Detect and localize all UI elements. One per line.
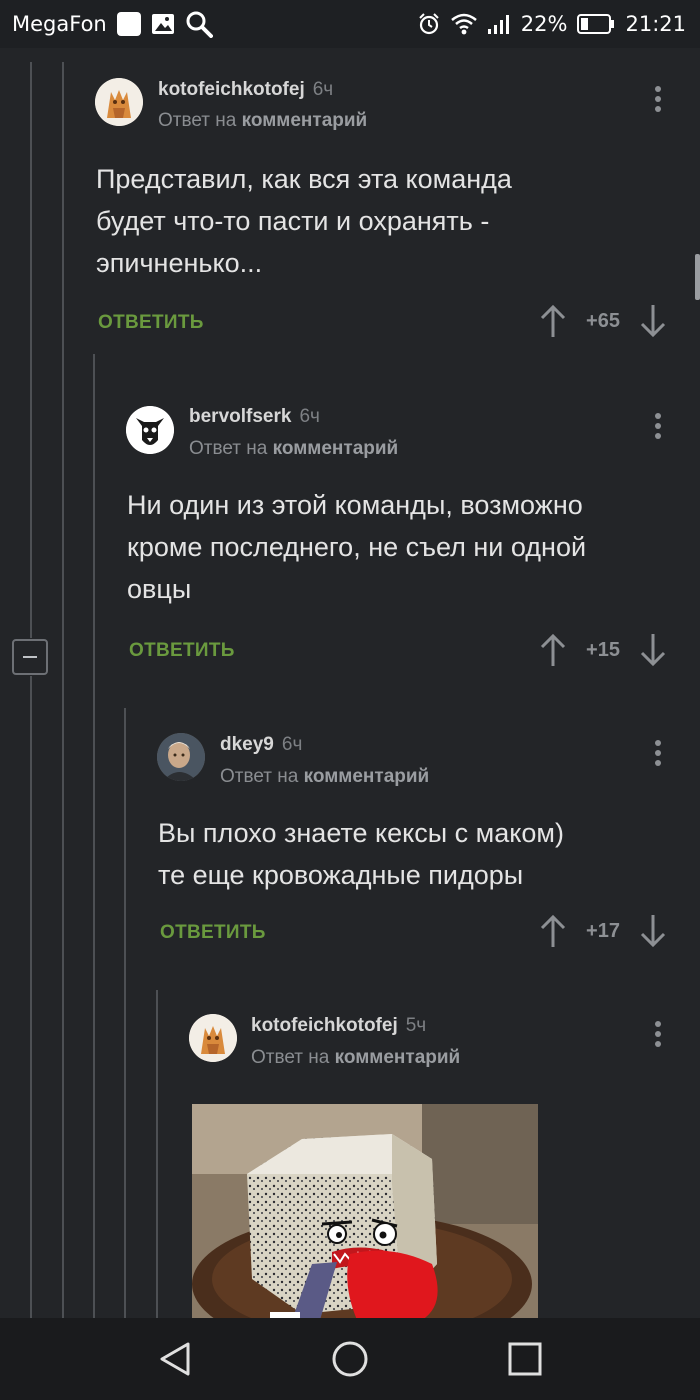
comment-score: +17: [586, 919, 620, 942]
reply-to-line: Ответ на комментарий: [251, 1047, 460, 1069]
downvote-arrow-icon[interactable]: [638, 914, 668, 948]
reply-to-link[interactable]: комментарий: [273, 438, 399, 459]
battery-icon: [577, 14, 615, 34]
comment-author[interactable]: kotofeichkotofej 6ч: [158, 79, 333, 101]
signal-icon: [487, 13, 511, 35]
more-options-icon[interactable]: [655, 740, 663, 770]
status-bar: MegaFon 22% 21:21: [0, 0, 700, 48]
reply-to-prefix: Ответ на: [189, 438, 268, 459]
comment-text: Ни один из этой команды, возможно кроме …: [127, 484, 586, 610]
reply-button[interactable]: ОТВЕТИТЬ: [129, 640, 235, 662]
reply-to-line: Ответ на комментарий: [220, 766, 429, 788]
thread-line: [93, 354, 95, 1318]
comment-time: 6ч: [281, 734, 303, 755]
reply-to-link[interactable]: комментарий: [242, 110, 368, 131]
upvote-arrow-icon[interactable]: [538, 914, 568, 948]
comment-author[interactable]: bervolfserk 6ч: [189, 406, 320, 428]
more-options-icon[interactable]: [655, 413, 663, 443]
back-icon[interactable]: [156, 1340, 194, 1378]
avatar[interactable]: [189, 1014, 237, 1062]
thread-line: [30, 676, 32, 1318]
comment-text-line: кроме последнего, не съел ни одной: [127, 532, 587, 562]
author-name[interactable]: bervolfserk: [189, 406, 291, 427]
thread-line: [156, 990, 158, 1318]
clock: 21:21: [625, 12, 686, 36]
reply-to-prefix: Ответ на: [158, 110, 237, 131]
reply-to-link[interactable]: комментарий: [304, 766, 430, 787]
vote-controls: +15: [538, 633, 668, 667]
notification-icon: [116, 12, 141, 36]
comment-image[interactable]: [192, 1104, 538, 1320]
reply-to-prefix: Ответ на: [251, 1047, 330, 1068]
upvote-arrow-icon[interactable]: [538, 304, 568, 338]
comment-text: Вы плохо знаете кексы с маком) те еще кр…: [158, 812, 564, 896]
author-name[interactable]: dkey9: [220, 734, 274, 755]
collapse-thread-button[interactable]: [12, 639, 48, 675]
scroll-indicator[interactable]: [695, 254, 700, 300]
carrier-label: MegaFon: [12, 12, 107, 36]
vote-controls: +65: [538, 304, 668, 338]
reply-to-prefix: Ответ на: [220, 766, 299, 787]
thread-line: [30, 62, 32, 638]
downvote-arrow-icon[interactable]: [638, 633, 668, 667]
reply-to-line: Ответ на комментарий: [158, 110, 367, 132]
alarm-icon: [417, 12, 441, 36]
author-name[interactable]: kotofeichkotofej: [158, 79, 305, 100]
comment-text-line: овцы: [127, 574, 192, 604]
comment-text-line: те еще кровожадные пидоры: [158, 860, 524, 890]
comment-time: 6ч: [299, 406, 320, 427]
avatar[interactable]: [95, 78, 143, 126]
search-icon: [185, 10, 213, 38]
comment-text-line: будет что-то пасти и охранять -: [96, 206, 490, 236]
comment-text: Представил, как вся эта команда будет чт…: [96, 158, 512, 284]
avatar[interactable]: [157, 733, 205, 781]
recents-icon[interactable]: [507, 1341, 543, 1377]
reply-to-link[interactable]: комментарий: [335, 1047, 461, 1068]
reply-button[interactable]: ОТВЕТИТЬ: [160, 922, 266, 944]
home-icon[interactable]: [331, 1340, 369, 1378]
comment-text-line: Вы плохо знаете кексы с маком): [158, 818, 564, 848]
thread-line: [62, 62, 64, 1318]
battery-percent: 22%: [520, 12, 568, 36]
reply-to-line: Ответ на комментарий: [189, 438, 398, 460]
comment-author[interactable]: kotofeichkotofej 5ч: [251, 1015, 426, 1037]
gallery-icon: [151, 12, 175, 36]
comment-time: 6ч: [312, 79, 334, 100]
more-options-icon[interactable]: [655, 86, 663, 116]
comment-score: +15: [586, 638, 620, 661]
reply-button[interactable]: ОТВЕТИТЬ: [98, 312, 204, 334]
author-name[interactable]: kotofeichkotofej: [251, 1015, 398, 1036]
comment-text-line: эпичненько...: [96, 248, 263, 278]
vote-controls: +17: [538, 914, 668, 948]
thread-line: [124, 708, 126, 1318]
wifi-icon: [450, 13, 477, 35]
avatar[interactable]: [126, 406, 174, 454]
comment-author[interactable]: dkey9 6ч: [220, 734, 302, 756]
comment-text-line: Ни один из этой команды, возможно: [127, 490, 583, 520]
comment-text-line: Представил, как вся эта команда: [96, 164, 512, 194]
comment-score: +65: [586, 309, 620, 332]
downvote-arrow-icon[interactable]: [638, 304, 668, 338]
navigation-bar: [0, 1318, 700, 1400]
upvote-arrow-icon[interactable]: [538, 633, 568, 667]
comment-time: 5ч: [405, 1015, 427, 1036]
more-options-icon[interactable]: [655, 1021, 663, 1051]
